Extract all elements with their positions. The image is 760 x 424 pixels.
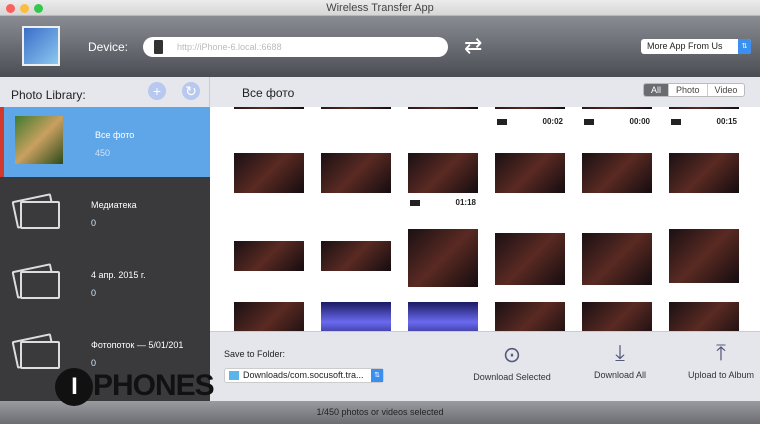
photo-thumbnail[interactable] (408, 107, 478, 109)
album-item[interactable]: 4 апр. 2015 г. 0 (0, 247, 210, 317)
album-name: 4 апр. 2015 г. (91, 270, 146, 280)
video-camera-icon (671, 119, 681, 125)
photo-thumbnail[interactable] (582, 302, 652, 331)
photo-thumbnail[interactable] (321, 107, 391, 109)
title-bar: Wireless Transfer App (0, 0, 760, 16)
download-selected-button[interactable]: ⊙ Download Selected (462, 342, 562, 382)
album-placeholder-icon (20, 341, 60, 369)
video-badge: 00:02 (495, 117, 565, 127)
photo-thumbnail[interactable] (234, 153, 304, 193)
sidebar-title: Photo Library: (11, 88, 86, 102)
upload-tray-icon: ⤒ (716, 340, 726, 365)
photo-thumbnail[interactable] (408, 229, 478, 287)
folder-path: Downloads/com.socusoft.tra... (243, 370, 364, 380)
device-label: Device: (88, 40, 129, 54)
video-duration: 00:00 (629, 117, 650, 126)
folder-select[interactable]: Downloads/com.socusoft.tra... ⇅ (224, 368, 384, 383)
close-button[interactable] (6, 4, 15, 13)
download-selected-label: Download Selected (473, 372, 551, 382)
more-apps-label: More App From Us (647, 41, 723, 51)
video-duration: 01:18 (455, 198, 476, 207)
photo-thumbnail[interactable] (669, 107, 739, 109)
photo-thumbnail[interactable] (495, 233, 565, 285)
video-camera-icon (497, 119, 507, 125)
album-count: 0 (91, 218, 97, 228)
album-name: Медиатека (91, 200, 137, 210)
filter-all[interactable]: All (644, 84, 669, 96)
main-header: Все фото All Photo Video (210, 77, 760, 107)
add-album-button[interactable]: + (148, 82, 166, 100)
iphone-icon (154, 40, 163, 54)
photo-grid: 00:02 00:00 00:15 01:18 (210, 107, 760, 331)
album-list: Все фото 450 Медиатека 0 4 апр. 2015 г. 0 Ф… (0, 107, 210, 401)
photo-thumbnail[interactable] (321, 153, 391, 193)
album-name: Фотопоток — 5/01/201 (91, 340, 184, 350)
window-title: Wireless Transfer App (326, 2, 434, 14)
photo-thumbnail[interactable] (408, 153, 478, 193)
video-badge: 00:15 (669, 117, 739, 127)
select-arrows-icon: ⇅ (371, 369, 383, 382)
filter-photo[interactable]: Photo (668, 84, 707, 96)
video-badge: 00:00 (582, 117, 652, 127)
select-arrows-icon: ⇅ (738, 39, 751, 54)
download-all-label: Download All (593, 370, 647, 380)
sidebar-header: Photo Library: (0, 77, 210, 107)
video-duration: 00:02 (542, 117, 563, 126)
minimize-button[interactable] (20, 4, 29, 13)
video-duration: 00:15 (716, 117, 737, 126)
filter-video[interactable]: Video (706, 84, 745, 96)
upload-label: Upload to Album (687, 370, 755, 380)
photo-thumbnail[interactable] (408, 302, 478, 331)
album-count: 450 (95, 148, 111, 158)
upload-button[interactable]: ⤒ Upload to Album (665, 340, 760, 380)
photo-thumbnail[interactable] (321, 241, 391, 271)
folder-icon (229, 371, 239, 380)
device-url: http://iPhone-6.local.:6688 (177, 42, 282, 52)
download-tray-icon: ⤓ (615, 340, 625, 365)
zoom-button[interactable] (34, 4, 43, 13)
photo-thumbnail[interactable] (582, 233, 652, 285)
album-title: Все фото (242, 86, 295, 100)
photo-thumbnail[interactable] (234, 241, 304, 271)
photo-thumbnail[interactable] (495, 107, 565, 109)
photo-thumbnail[interactable] (669, 229, 739, 283)
photo-thumbnail[interactable] (321, 302, 391, 331)
refresh-connection-icon[interactable]: ⇄ (464, 33, 482, 59)
device-url-field[interactable]: http://iPhone-6.local.:6688 (143, 37, 448, 57)
photo-thumbnail[interactable] (495, 302, 565, 331)
app-icon (22, 26, 60, 66)
photo-thumbnail[interactable] (234, 302, 304, 331)
action-bar: Save to Folder: Downloads/com.socusoft.t… (210, 331, 760, 401)
filter-segmented-control: All Photo Video (643, 83, 746, 97)
photo-thumbnail[interactable] (582, 107, 652, 109)
album-item[interactable]: Все фото 450 (0, 107, 210, 177)
watermark-logo: I PHONES (55, 368, 215, 406)
photo-thumbnail[interactable] (495, 153, 565, 193)
album-name: Все фото (95, 130, 135, 140)
album-count: 0 (91, 358, 97, 368)
photo-thumbnail[interactable] (582, 153, 652, 193)
photo-thumbnail[interactable] (669, 302, 739, 331)
chevron-circle-down-icon: ⊙ (502, 342, 522, 367)
album-thumbnail (15, 116, 63, 164)
photo-thumbnail[interactable] (669, 153, 739, 193)
album-placeholder-icon (20, 201, 60, 229)
video-camera-icon (584, 119, 594, 125)
album-placeholder-icon (20, 271, 60, 299)
more-apps-select[interactable]: More App From Us ⇅ (641, 39, 751, 54)
video-camera-icon (410, 200, 420, 206)
video-badge: 01:18 (408, 198, 478, 208)
album-count: 0 (91, 288, 97, 298)
photo-thumbnail[interactable] (234, 107, 304, 109)
download-all-button[interactable]: ⤓ Download All (580, 340, 660, 380)
album-item[interactable]: Медиатека 0 (0, 177, 210, 247)
refresh-button[interactable]: ↻ (182, 82, 200, 100)
save-folder-label: Save to Folder: (224, 349, 286, 359)
